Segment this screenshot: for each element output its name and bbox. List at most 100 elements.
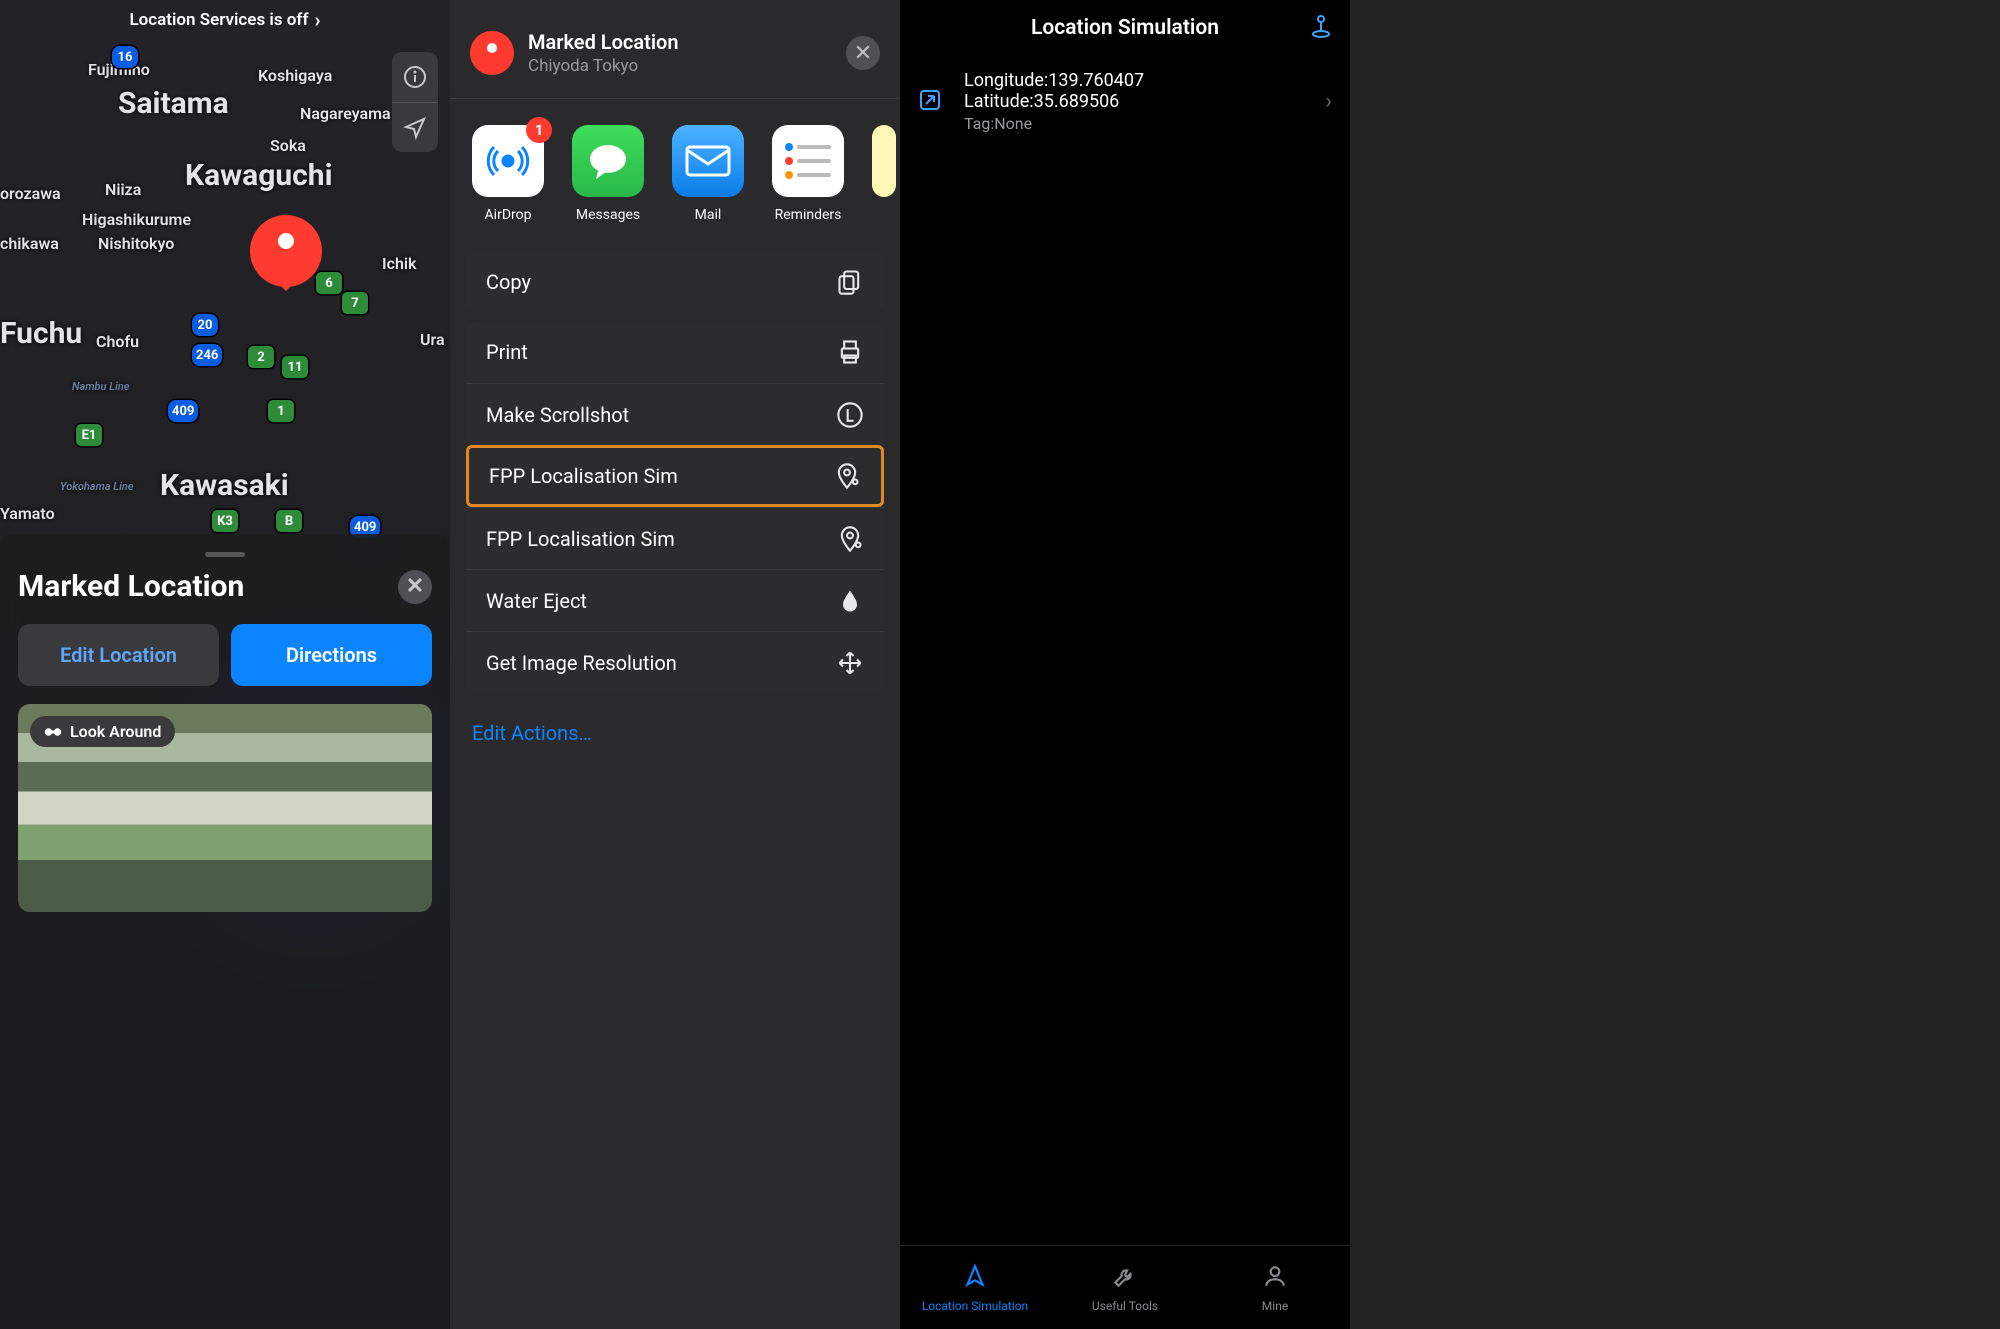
longitude-value: 139.760407 — [1048, 70, 1144, 91]
locate-button[interactable] — [392, 102, 438, 152]
info-icon — [403, 65, 427, 89]
place-ichikawa: chikawa — [0, 234, 59, 253]
action-fpp-localisation-1[interactable]: FPP Localisation Sim — [466, 445, 884, 507]
imgres-label: Get Image Resolution — [486, 651, 677, 675]
water-label: Water Eject — [486, 589, 587, 613]
place-yamato: Yamato — [0, 504, 55, 523]
place-chofu: Chofu — [96, 332, 139, 351]
tab-location-simulation[interactable]: Location Simulation — [900, 1246, 1050, 1329]
look-around-label: Look Around — [70, 722, 161, 741]
route-E1: E1 — [76, 424, 102, 446]
longitude-label: Longitude: — [964, 70, 1048, 91]
header-pin-icon — [470, 31, 514, 75]
place-soka: Soka — [270, 136, 306, 155]
directions-label: Directions — [286, 643, 377, 667]
action-fpp-localisation-2[interactable]: FPP Localisation Sim — [466, 507, 884, 569]
latitude-label: Latitude: — [964, 91, 1034, 112]
location-row[interactable]: Longitude:139.760407 Latitude:35.689506 … — [900, 56, 1350, 147]
sheet-grabber[interactable] — [205, 552, 245, 557]
close-icon: ✕ — [406, 574, 424, 599]
location-simulation-screen: Location Simulation Longitude:139.760407… — [900, 0, 1350, 1329]
print-label: Print — [486, 340, 528, 364]
place-ura: Ura — [420, 330, 445, 349]
edit-actions-link[interactable]: Edit Actions… — [450, 701, 900, 765]
nav-arrow-icon — [962, 1263, 988, 1295]
airdrop-badge: 1 — [526, 117, 552, 143]
scrollshot-label: Make Scrollshot — [486, 403, 629, 427]
action-copy[interactable]: Copy — [466, 251, 884, 313]
edit-actions-label: Edit Actions… — [472, 721, 592, 745]
route-1: 1 — [268, 400, 294, 422]
nambu-line: Nambu Line — [72, 380, 129, 393]
tab-mine[interactable]: Mine — [1200, 1246, 1350, 1329]
latitude-value: 35.689506 — [1034, 91, 1120, 112]
look-around-pill[interactable]: Look Around — [30, 716, 175, 747]
place-saitama: Saitama — [118, 86, 229, 121]
share-app-mail[interactable]: Mail — [672, 125, 744, 223]
location-arrow-icon — [403, 116, 427, 140]
look-around-preview[interactable]: Look Around — [18, 704, 432, 912]
share-sheet: Marked Location Chiyoda Tokyo ✕ 1 AirDro… — [450, 0, 900, 1329]
tab-b-label: Useful Tools — [1092, 1299, 1158, 1313]
tab-useful-tools[interactable]: Useful Tools — [1050, 1246, 1200, 1329]
action-water-eject[interactable]: Water Eject — [466, 569, 884, 631]
circle-l-icon — [836, 401, 864, 429]
place-torozawa: orozawa — [0, 184, 61, 203]
nav-bar: Location Simulation — [900, 0, 1350, 56]
route-7: 7 — [342, 292, 368, 314]
messages-icon — [572, 125, 644, 197]
location-services-banner[interactable]: Location Services is off › — [0, 0, 450, 40]
action-print[interactable]: Print — [466, 321, 884, 383]
add-location-button[interactable] — [1310, 14, 1332, 44]
route-16: 16 — [112, 46, 138, 68]
place-higashikurume: Higashikurume — [82, 210, 191, 229]
airdrop-icon: 1 — [472, 125, 544, 197]
place-ichi: Ichik — [382, 254, 416, 273]
sheet-title: Marked Location — [18, 569, 244, 604]
share-app-more[interactable] — [872, 125, 896, 223]
maps-screen: Location Services is off › Saitama Koshi… — [0, 0, 450, 1329]
reminders-icon — [772, 125, 844, 197]
place-nishitokyo: Nishitokyo — [98, 234, 174, 253]
reminders-label: Reminders — [775, 207, 842, 223]
page-title: Location Simulation — [1031, 16, 1219, 40]
tab-bar: Location Simulation Useful Tools Mine — [900, 1245, 1350, 1329]
move-arrows-icon — [836, 649, 864, 677]
share-app-airdrop[interactable]: 1 AirDrop — [472, 125, 544, 223]
yokohama-line: Yokohama Line — [60, 480, 134, 493]
dropped-pin-icon[interactable] — [250, 215, 322, 287]
map-controls — [392, 52, 438, 152]
banner-text: Location Services is off — [129, 10, 308, 30]
place-koshigaya: Koshigaya — [258, 66, 332, 85]
tab-a-label: Location Simulation — [922, 1299, 1028, 1313]
place-nagareyama: Nagareyama — [300, 104, 391, 123]
share-location-icon — [918, 88, 946, 116]
chevron-right-icon: › — [1325, 89, 1332, 114]
edit-location-label: Edit Location — [60, 643, 177, 667]
messages-label: Messages — [576, 207, 640, 223]
close-sheet-button[interactable]: ✕ — [398, 570, 432, 604]
route-6: 6 — [316, 272, 342, 294]
action-scrollshot[interactable]: Make Scrollshot — [466, 383, 884, 445]
tag-value: None — [994, 114, 1032, 133]
fpp2-label: FPP Localisation Sim — [486, 527, 675, 551]
person-icon — [1262, 1263, 1288, 1295]
marked-location-sheet: Marked Location ✕ Edit Location Directio… — [0, 534, 450, 1329]
close-share-button[interactable]: ✕ — [846, 36, 880, 70]
place-kawasaki: Kawasaki — [160, 468, 289, 503]
route-B: B — [276, 510, 302, 532]
share-title: Marked Location — [528, 30, 679, 54]
share-app-messages[interactable]: Messages — [572, 125, 644, 223]
copy-label: Copy — [486, 270, 531, 294]
info-button[interactable] — [392, 52, 438, 102]
directions-button[interactable]: Directions — [231, 624, 432, 686]
actions-group-2: Print Make Scrollshot FPP Localisation S… — [466, 321, 884, 693]
share-header: Marked Location Chiyoda Tokyo ✕ — [450, 0, 900, 99]
share-apps-row[interactable]: 1 AirDrop Messages Mail — [450, 99, 900, 243]
airdrop-label: AirDrop — [485, 207, 532, 223]
action-image-resolution[interactable]: Get Image Resolution — [466, 631, 884, 693]
chevron-right-icon: › — [315, 8, 321, 32]
share-app-reminders[interactable]: Reminders — [772, 125, 844, 223]
share-subtitle: Chiyoda Tokyo — [528, 56, 679, 76]
edit-location-button[interactable]: Edit Location — [18, 624, 219, 686]
